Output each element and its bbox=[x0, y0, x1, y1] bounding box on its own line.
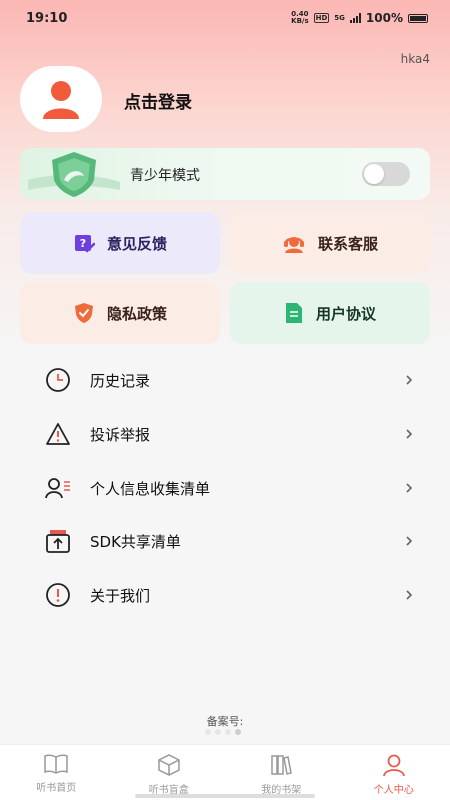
menu-label-personal-info: 个人信息收集清单 bbox=[90, 479, 211, 498]
chevron-right-icon bbox=[406, 536, 413, 546]
customer-service-label: 联系客服 bbox=[317, 234, 378, 253]
chevron-right-icon bbox=[406, 590, 413, 600]
battery-icon bbox=[408, 13, 428, 23]
tab-profile[interactable]: 个人中心 bbox=[338, 745, 450, 800]
privacy-shield-icon bbox=[74, 303, 93, 323]
document-icon bbox=[285, 303, 302, 323]
feedback-card[interactable]: ? 意见反馈 bbox=[20, 212, 220, 274]
chevron-right-icon bbox=[406, 375, 413, 385]
person-list-icon bbox=[44, 474, 72, 502]
user-avatar-icon bbox=[43, 81, 79, 119]
status-indicators: 0.40 KB/s HD 5G 100% bbox=[291, 11, 428, 25]
menu-label-about: 关于我们 bbox=[90, 586, 151, 605]
user-agreement-label: 用户协议 bbox=[315, 304, 376, 323]
menu-item-about[interactable]: 关于我们 bbox=[44, 575, 414, 615]
home-indicator bbox=[135, 794, 315, 798]
svg-text:?: ? bbox=[80, 237, 86, 250]
book-open-icon bbox=[44, 754, 68, 774]
customer-service-icon bbox=[283, 237, 304, 253]
privacy-policy-label: 隐私政策 bbox=[106, 304, 167, 323]
menu-label-report: 投诉举报 bbox=[90, 425, 151, 444]
beian-label: 备案号: bbox=[206, 715, 244, 728]
menu-item-personal-info[interactable]: 个人信息收集清单 bbox=[44, 468, 414, 508]
menu-label-history: 历史记录 bbox=[90, 371, 151, 390]
tab-profile-label: 个人中心 bbox=[373, 785, 414, 796]
user-agreement-card[interactable]: 用户协议 bbox=[230, 282, 430, 344]
hd-badge: HD bbox=[313, 13, 330, 23]
tab-blind-box[interactable]: 听书盲盒 bbox=[113, 745, 226, 800]
network-type: 5G bbox=[334, 14, 345, 22]
customer-service-card[interactable]: 联系客服 bbox=[230, 212, 430, 274]
version-label: hka4 bbox=[400, 52, 430, 66]
teen-shield-icon bbox=[28, 152, 120, 197]
teen-mode-toggle[interactable] bbox=[362, 162, 410, 186]
share-box-icon bbox=[44, 527, 72, 555]
menu-label-sdk-share: SDK共享清单 bbox=[90, 532, 181, 551]
info-icon bbox=[44, 581, 72, 609]
page-dots bbox=[205, 729, 241, 735]
box-icon bbox=[158, 754, 180, 776]
status-time: 19:10 bbox=[26, 10, 68, 26]
avatar[interactable] bbox=[20, 66, 102, 132]
net-speed-unit: KB/s bbox=[291, 17, 309, 25]
teen-mode-card: 青少年模式 bbox=[20, 148, 430, 200]
tab-home-label: 听书首页 bbox=[36, 783, 77, 794]
signal-icon bbox=[349, 13, 361, 23]
feedback-edit-icon: ? bbox=[74, 235, 95, 253]
privacy-policy-card[interactable]: 隐私政策 bbox=[20, 282, 220, 344]
chevron-right-icon bbox=[406, 483, 413, 493]
menu-item-sdk-share[interactable]: SDK共享清单 bbox=[44, 521, 414, 561]
tab-bookshelf[interactable]: 我的书架 bbox=[225, 745, 338, 800]
feedback-label: 意见反馈 bbox=[106, 234, 167, 253]
person-icon bbox=[382, 754, 405, 777]
login-button[interactable]: 点击登录 bbox=[124, 88, 192, 113]
teen-mode-label: 青少年模式 bbox=[130, 168, 200, 184]
battery-percent: 100% bbox=[365, 11, 403, 25]
menu-item-report[interactable]: 投诉举报 bbox=[44, 414, 414, 454]
bookshelf-icon bbox=[271, 755, 293, 775]
warning-icon bbox=[44, 420, 72, 448]
chevron-right-icon bbox=[406, 429, 413, 439]
bottom-tab-bar: 听书首页 听书盲盒 我的书架 个人中心 bbox=[0, 744, 450, 800]
status-bar: 19:10 0.40 KB/s HD 5G 100% bbox=[0, 0, 450, 36]
clock-icon bbox=[44, 366, 72, 394]
tab-home[interactable]: 听书首页 bbox=[0, 745, 113, 800]
net-speed: 0.40 KB/s bbox=[291, 11, 308, 25]
menu-item-history[interactable]: 历史记录 bbox=[44, 360, 414, 400]
